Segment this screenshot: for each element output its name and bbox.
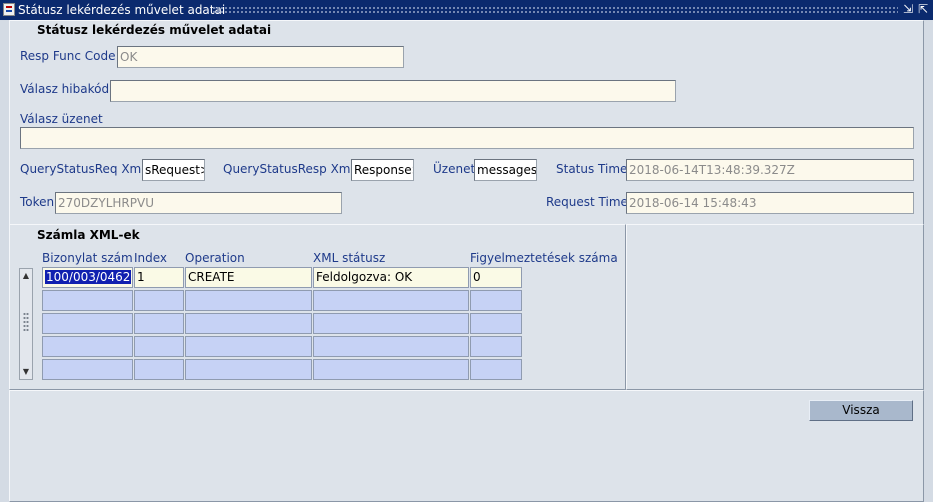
table-cell[interactable]: [42, 359, 133, 380]
resp-func-code-label: Resp Func Code: [20, 49, 116, 63]
app-icon: [3, 3, 15, 16]
resp-func-code-field[interactable]: OK: [117, 46, 404, 68]
table-cell[interactable]: [185, 313, 312, 334]
valasz-hibakod-label: Válasz hibakód: [20, 82, 110, 96]
table-cell[interactable]: [313, 359, 469, 380]
table-cell[interactable]: [313, 336, 469, 357]
col-header-figyelmeztetesek-szama: Figyelmeztetések száma: [470, 251, 618, 265]
right-empty-panel: [626, 224, 924, 390]
request-time-field[interactable]: 2018-06-14 15:48:43: [626, 192, 914, 214]
table-cell-xml-statusz[interactable]: Feldolgozva: OK: [313, 267, 469, 288]
scroll-up-icon[interactable]: ▲: [20, 270, 32, 282]
grid-scrollbar[interactable]: ▲ ▼: [19, 268, 33, 380]
valasz-uzenet-field[interactable]: [20, 127, 914, 149]
request-time-label: Request Time: [546, 195, 628, 209]
status-time-label: Status Time: [556, 162, 628, 176]
query-status-req-xml-field[interactable]: sRequest>: [142, 159, 205, 181]
valasz-uzenet-label: Válasz üzenet: [20, 112, 103, 126]
selected-value: 100/003/0462: [45, 270, 132, 284]
window-titlebar: Státusz lekérdezés művelet adatai ⇲ ⇱: [0, 0, 933, 20]
token-label: Token: [20, 195, 55, 209]
button-panel: [9, 390, 924, 502]
table-cell[interactable]: [470, 336, 522, 357]
table-cell[interactable]: [185, 290, 312, 311]
scroll-down-icon[interactable]: ▼: [20, 366, 32, 378]
maximize-icon[interactable]: ⇱: [916, 2, 930, 16]
table-cell[interactable]: [134, 313, 184, 334]
col-header-index: Index: [134, 251, 168, 265]
vissza-button[interactable]: Vissza: [809, 400, 913, 421]
table-cell[interactable]: [42, 313, 133, 334]
table-cell[interactable]: [313, 313, 469, 334]
scroll-grip-icon[interactable]: [23, 312, 29, 332]
valasz-hibakod-field[interactable]: [110, 80, 676, 102]
table-cell[interactable]: [470, 359, 522, 380]
table-cell[interactable]: [134, 336, 184, 357]
table-cell-operation[interactable]: CREATE: [185, 267, 312, 288]
uzenet-field[interactable]: messages>: [474, 159, 537, 181]
table-cell[interactable]: [470, 313, 522, 334]
table-cell[interactable]: [185, 359, 312, 380]
table-cell[interactable]: [134, 359, 184, 380]
token-field[interactable]: 270DZYLHRPVU: [55, 192, 342, 214]
query-status-resp-xml-label: QueryStatusResp Xml: [223, 162, 354, 176]
minimize-icon[interactable]: ⇲: [901, 2, 915, 16]
grid-title: Számla XML-ek: [37, 228, 140, 242]
table-cell-index[interactable]: 1: [134, 267, 184, 288]
col-header-bizonylat-szam: Bizonylat szám: [42, 251, 133, 265]
table-cell[interactable]: [185, 336, 312, 357]
table-cell[interactable]: [470, 290, 522, 311]
table-cell[interactable]: [42, 336, 133, 357]
uzenet-label: Üzenet: [433, 162, 476, 176]
col-header-xml-statusz: XML státusz: [313, 251, 386, 265]
window-title: Státusz lekérdezés művelet adatai: [18, 3, 226, 17]
titlebar-grip: [212, 6, 898, 14]
query-status-req-xml-label: QueryStatusReq Xml: [20, 162, 145, 176]
query-status-resp-xml-field[interactable]: Response>: [351, 159, 414, 181]
table-cell-bizonylat-szam[interactable]: 100/003/0462: [42, 267, 133, 288]
table-cell-figyelmeztetesek[interactable]: 0: [470, 267, 522, 288]
status-time-field[interactable]: 2018-06-14T13:48:39.327Z: [626, 159, 914, 181]
section-title: Státusz lekérdezés művelet adatai: [37, 23, 272, 37]
table-cell[interactable]: [313, 290, 469, 311]
table-cell[interactable]: [134, 290, 184, 311]
table-cell[interactable]: [42, 290, 133, 311]
col-header-operation: Operation: [185, 251, 245, 265]
